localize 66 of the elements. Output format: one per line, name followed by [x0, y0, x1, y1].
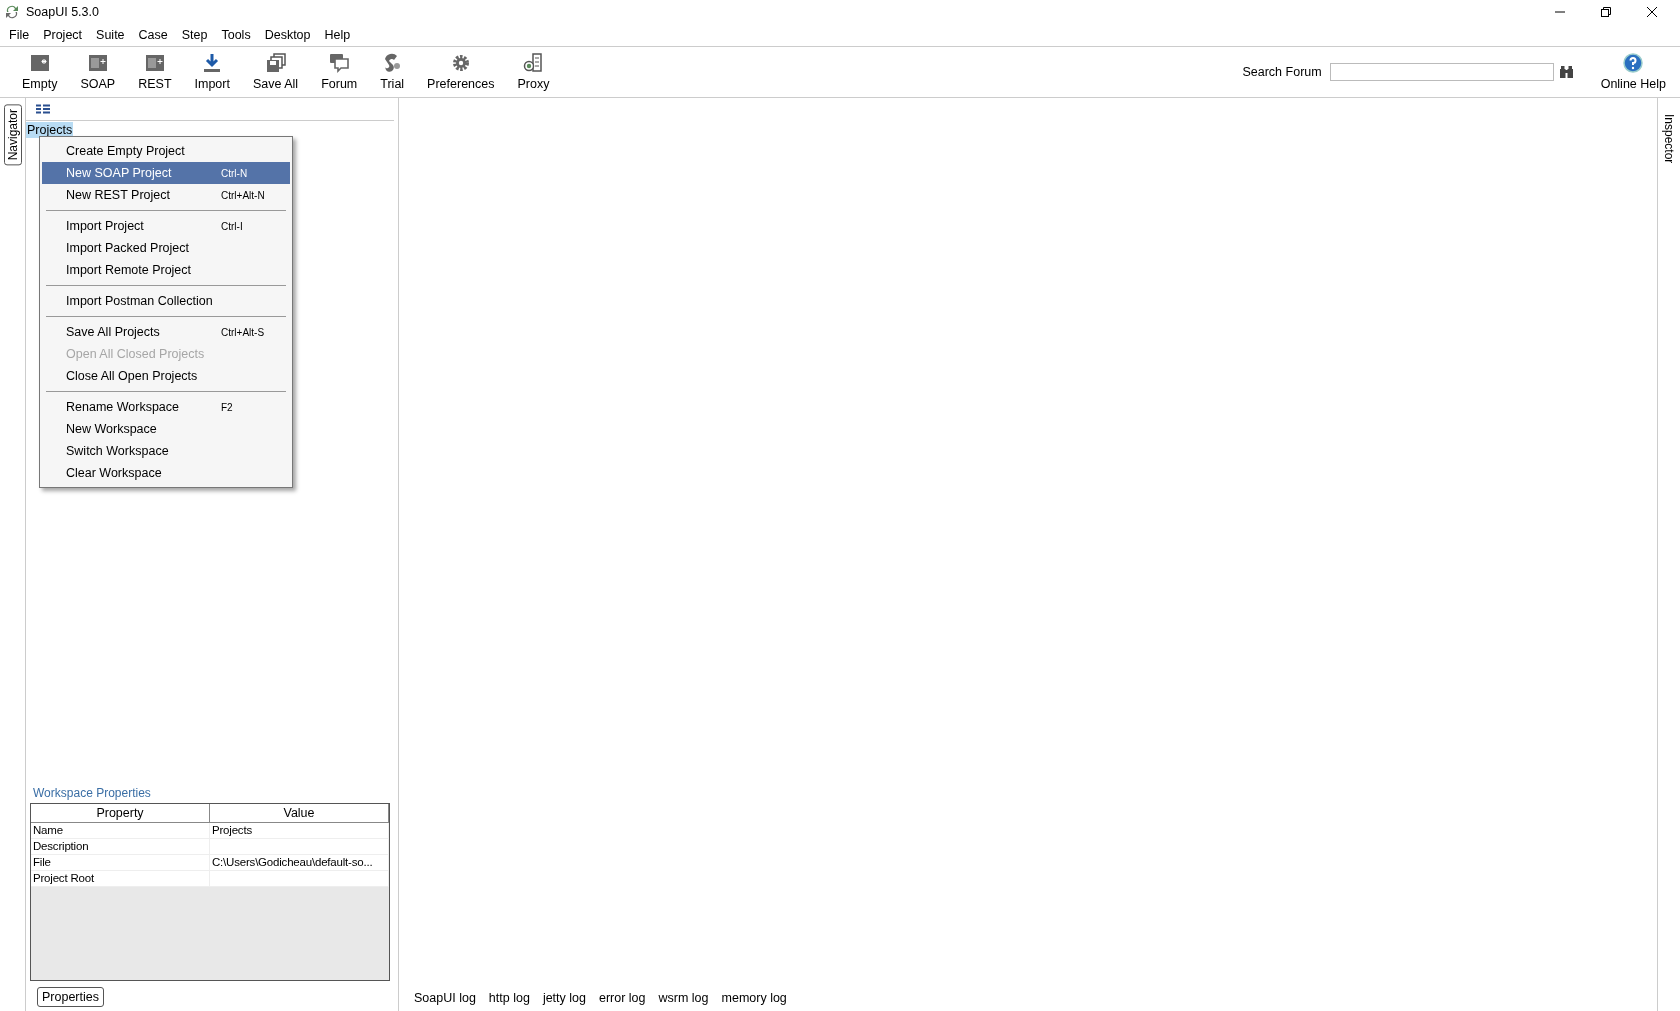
panel-title: Workspace Properties [32, 785, 152, 802]
menu-item[interactable]: Switch Workspace [42, 440, 290, 462]
menu-item[interactable]: Desktop [257, 26, 318, 44]
table-cell: C:\Users\Godicheau\default-so... [212, 856, 373, 868]
navigator-tab[interactable]: Navigator [3, 104, 22, 166]
window-title: SoapUI 5.3.0 [26, 5, 99, 19]
tree-item[interactable]: Projects [26, 122, 74, 138]
table-cell: Name [31, 823, 210, 838]
menu-item[interactable]: Close All Open Projects [42, 365, 290, 387]
toolbar-button[interactable]: Trial [370, 51, 415, 93]
toolbar-button[interactable]: Save All [242, 51, 309, 93]
menu-item[interactable]: New Workspace [42, 418, 290, 440]
close-icon[interactable] [1646, 6, 1658, 18]
search-label: Search Forum [1242, 65, 1322, 79]
log-tab[interactable]: error log [598, 991, 646, 1005]
menu-item[interactable]: New REST Project Ctrl+Alt-N [42, 184, 290, 206]
menu-item[interactable]: Rename Workspace F2 [42, 396, 290, 418]
menu-item[interactable]: Help [317, 26, 358, 44]
settings-icon [450, 53, 471, 73]
rest-file-icon [144, 53, 165, 73]
menu-item[interactable]: Clear Workspace [42, 462, 290, 484]
menu-item[interactable]: New SOAP Project Ctrl-N [42, 162, 290, 184]
toolbar-button[interactable]: Import [184, 51, 240, 93]
menu-item[interactable]: Step [174, 26, 215, 44]
list-view-icon[interactable] [36, 104, 50, 114]
menu-item[interactable]: Project [36, 26, 90, 44]
menu-item[interactable]: Import Packed Project [42, 237, 290, 259]
menu-item[interactable]: Import Postman Collection [42, 290, 290, 312]
menu-item[interactable]: Suite [89, 26, 132, 44]
search-field[interactable] [1329, 63, 1554, 81]
toolbar-button[interactable]: Preferences [417, 51, 505, 93]
menu-item[interactable]: File [2, 26, 37, 44]
chat-bubbles-icon [329, 53, 350, 73]
log-tab[interactable]: SoapUI log [414, 991, 476, 1005]
online-help-button[interactable]: Online Help [1590, 51, 1676, 93]
menu-item[interactable]: Tools [214, 26, 258, 44]
trial-logo-icon [382, 53, 403, 73]
menu-item[interactable]: Import Remote Project [42, 259, 290, 281]
app-logo-icon [4, 4, 20, 20]
column-header[interactable]: Property [31, 804, 210, 823]
log-tab[interactable]: jetty log [542, 991, 586, 1005]
table-cell: Project Root [31, 871, 210, 886]
properties-tab[interactable]: Properties [37, 987, 104, 1007]
toolbar-button[interactable]: Empty [12, 51, 68, 93]
toolbar-button[interactable]: Proxy [507, 51, 560, 93]
column-header[interactable]: Value [210, 804, 389, 823]
log-tab[interactable]: http log [488, 991, 530, 1005]
soap-file-icon [87, 53, 108, 73]
menu-item[interactable]: Save All Projects Ctrl+Alt-S [42, 321, 290, 343]
log-tab[interactable]: wsrm log [658, 991, 709, 1005]
toolbar-button[interactable]: Forum [311, 51, 368, 93]
toolbar-button[interactable]: SOAP [70, 51, 126, 93]
log-tab[interactable]: memory log [721, 991, 787, 1005]
table-cell: File [31, 855, 210, 870]
menu-item[interactable]: Case [131, 26, 175, 44]
toolbar-button[interactable]: REST [128, 51, 182, 93]
table-cell: Description [31, 839, 210, 854]
menu-item[interactable]: Import Project Ctrl-I [42, 215, 290, 237]
download-icon [202, 53, 223, 73]
server-icon [523, 53, 544, 73]
help-icon [1623, 53, 1644, 73]
binoculars-icon[interactable] [1559, 66, 1573, 78]
menu-item[interactable]: Create Empty Project [42, 140, 290, 162]
save-all-icon [265, 53, 286, 73]
restore-icon[interactable] [1600, 6, 1612, 18]
table-cell: Projects [212, 824, 252, 836]
